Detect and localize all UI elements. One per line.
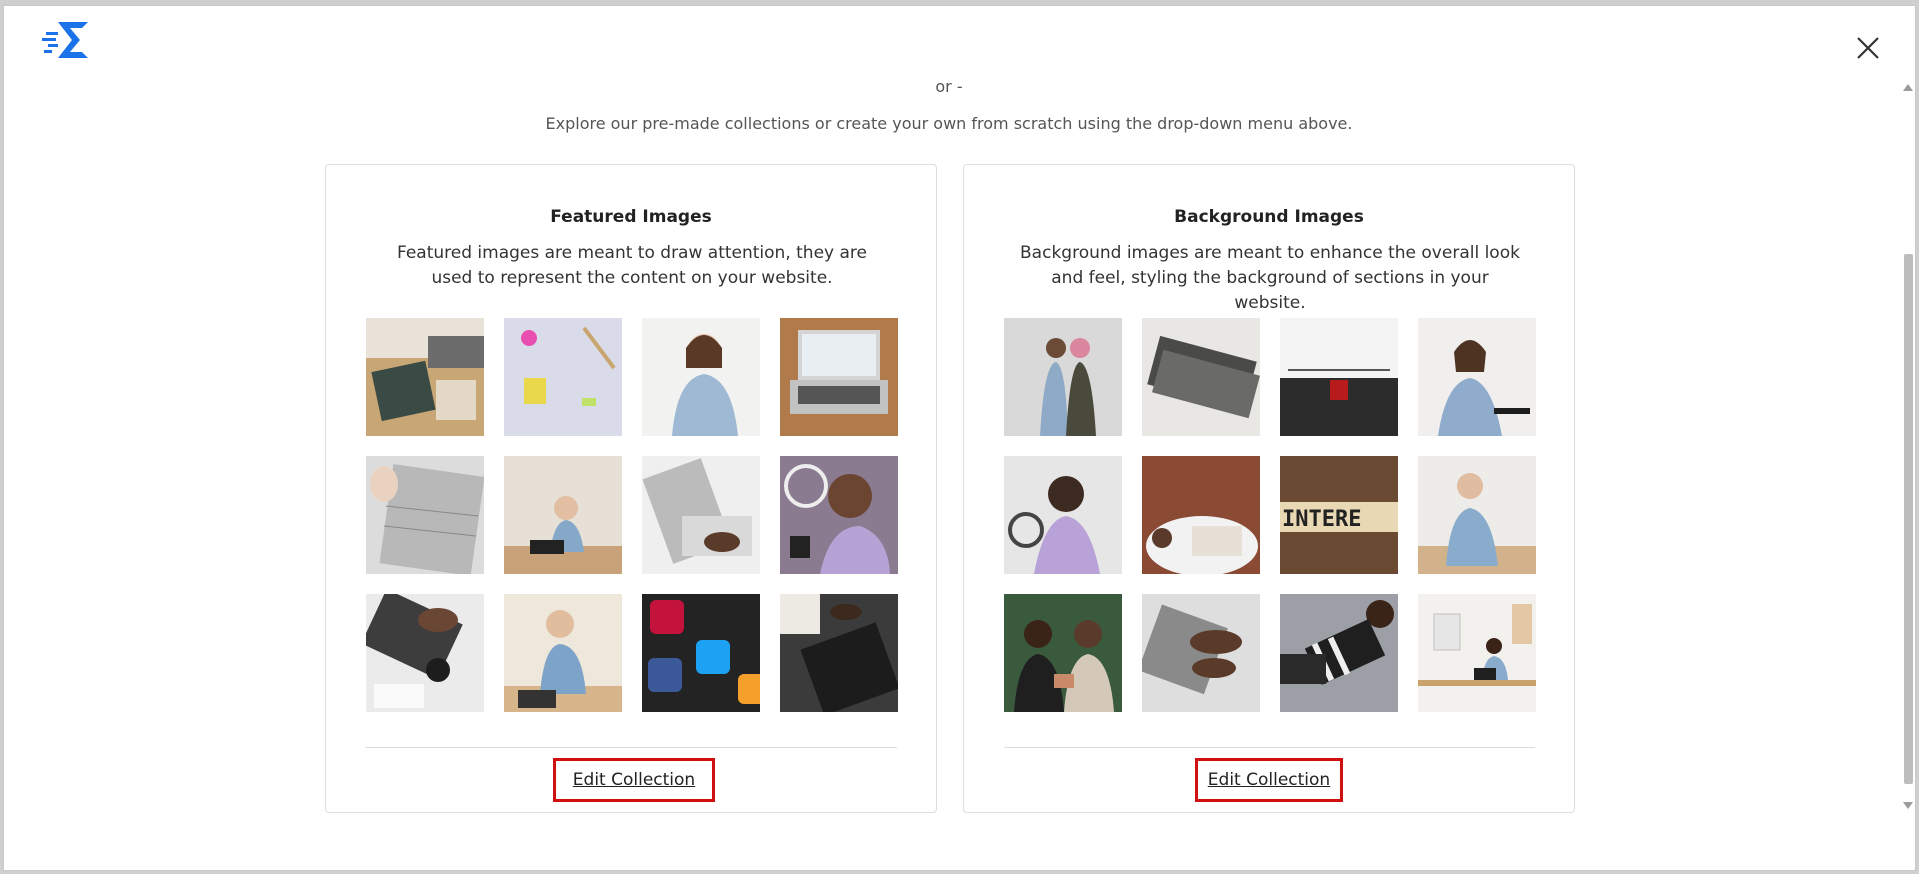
close-icon[interactable] [1855, 35, 1881, 61]
vertical-scrollbar[interactable] [1900, 82, 1916, 811]
kadence-logo-icon [42, 22, 88, 58]
featured-images-card: Featured Images Featured images are mean… [325, 164, 937, 813]
thumbnail-woman-home-office[interactable] [504, 456, 622, 574]
image-grid [366, 318, 898, 715]
card-title: Background Images [1174, 207, 1364, 227]
intro-text: Explore our pre-made collections or crea… [545, 114, 1353, 133]
thumbnail-laptop-desk[interactable] [780, 318, 898, 436]
thumbnail-woman-laptop[interactable] [642, 318, 760, 436]
or-separator: or - [935, 77, 963, 96]
thumbnail-ring-light-woman[interactable] [780, 456, 898, 574]
scroll-up-arrow-icon[interactable] [1903, 84, 1913, 91]
thumbnail-woman-writing[interactable] [1418, 456, 1536, 574]
card-description: Featured images are meant to draw attent… [396, 243, 867, 288]
thumbnail-social-media-apps[interactable] [642, 594, 760, 712]
thumbnail-office-supplies[interactable] [504, 318, 622, 436]
scroll-down-arrow-icon[interactable] [1903, 802, 1913, 809]
background-images-card: Background Images Background images are … [963, 164, 1575, 813]
thumbnail-weekly-planner[interactable] [366, 456, 484, 574]
edit-collection-highlight: Edit Collection [1195, 758, 1343, 802]
modal-window: or - Explore our pre-made collections or… [3, 5, 1916, 871]
thumbnail-desk-notebook[interactable] [366, 318, 484, 436]
svg-text:INTERE: INTERE [1282, 507, 1361, 532]
thumbnail-two-women-selfie[interactable] [1004, 318, 1122, 436]
thumbnail-interest-tiles[interactable]: INTERE [1280, 456, 1398, 574]
thumbnail-woman-desk[interactable] [1418, 318, 1536, 436]
thumbnail-typewriter[interactable] [1280, 318, 1398, 436]
edit-collection-highlight: Edit Collection [553, 758, 715, 802]
thumbnail-woman-striped-shirt[interactable] [1280, 594, 1398, 712]
thumbnail-two-women-makeup[interactable] [1004, 594, 1122, 712]
thumbnail-hands-keyboard[interactable] [1142, 594, 1260, 712]
thumbnail-writing-coffee[interactable] [1142, 456, 1260, 574]
card-divider [1004, 747, 1535, 748]
scrollbar-thumb[interactable] [1904, 254, 1913, 784]
thumbnail-laptop-coffee[interactable] [366, 594, 484, 712]
card-description: Background images are meant to enhance t… [1020, 243, 1520, 313]
thumbnail-spiral-notebooks[interactable] [1142, 318, 1260, 436]
thumbnail-tablet-coffee[interactable] [780, 594, 898, 712]
card-title: Featured Images [550, 207, 712, 227]
edit-collection-link[interactable]: Edit Collection [573, 770, 695, 790]
thumbnail-woman-ring-light[interactable] [1004, 456, 1122, 574]
card-divider [366, 747, 897, 748]
thumbnail-typing-laptop[interactable] [642, 456, 760, 574]
edit-collection-link[interactable]: Edit Collection [1208, 770, 1330, 790]
thumbnail-woman-phone[interactable] [504, 594, 622, 712]
thumbnail-woman-bright-office[interactable] [1418, 594, 1536, 712]
image-grid: INTERE [1004, 318, 1536, 715]
